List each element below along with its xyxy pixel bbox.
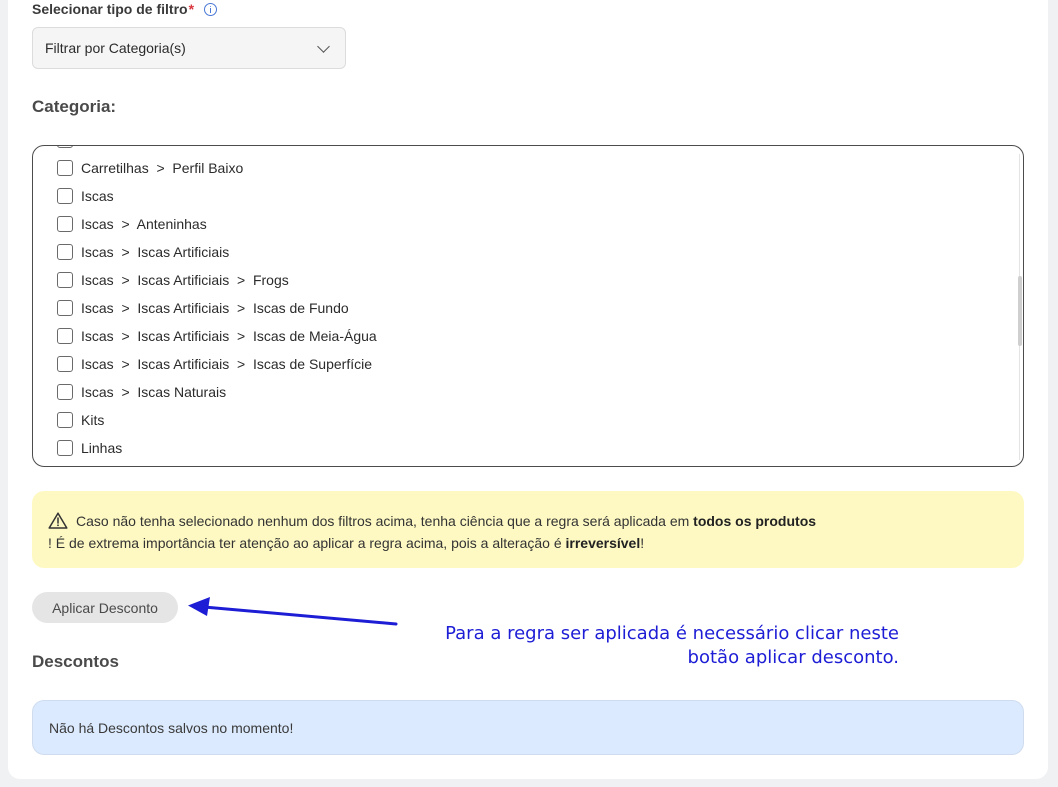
category-checkbox[interactable] <box>57 384 73 400</box>
chevron-down-icon <box>317 40 330 53</box>
no-discounts-message: Não há Descontos salvos no momento! <box>49 719 294 736</box>
warning-bold-1: todos os produtos <box>693 513 817 529</box>
category-checkbox[interactable] <box>57 356 73 372</box>
category-option-label: Iscas > Iscas Naturais <box>81 384 227 400</box>
category-option[interactable]: Iscas > Iscas Artificiais <box>33 238 1023 266</box>
apply-discount-button[interactable]: Aplicar Desconto <box>32 592 178 623</box>
category-option[interactable]: Iscas <box>33 182 1023 210</box>
category-checkbox[interactable] <box>57 328 73 344</box>
annotation-line-1: Para a regra ser aplicada é necessário c… <box>445 623 899 644</box>
category-checkbox[interactable] <box>57 300 73 316</box>
category-option-label: Carretilhas > Perfil Baixo <box>81 160 244 176</box>
category-option-label: Linhas <box>81 440 123 456</box>
category-option[interactable]: Iscas > Iscas Artificiais > Iscas de Sup… <box>33 350 1023 378</box>
category-checkbox[interactable] <box>57 440 73 456</box>
category-checkbox[interactable] <box>57 216 73 232</box>
category-option-label: Iscas > Iscas Artificiais > Iscas de Mei… <box>81 328 377 344</box>
warning-text-1: Caso não tenha selecionado nenhum dos fi… <box>76 513 694 529</box>
warning-triangle-icon <box>48 512 68 529</box>
category-list[interactable]: Carretilhas > Perfil Baixo Iscas Iscas > A… <box>32 145 1024 467</box>
category-option-label: Iscas > Anteninhas <box>81 216 207 232</box>
annotation-line-2: botão aplicar desconto. <box>687 647 899 668</box>
category-option[interactable]: Iscas > Iscas Artificiais > Iscas de Fun… <box>33 294 1023 322</box>
category-option[interactable]: Iscas > Iscas Artificiais > Frogs <box>33 266 1023 294</box>
category-option[interactable]: Iscas > Anteninhas <box>33 210 1023 238</box>
warning-bold-2: irreversível <box>565 535 641 551</box>
category-option[interactable] <box>33 146 1023 154</box>
category-checkbox[interactable] <box>57 160 73 176</box>
warning-alert: Caso não tenha selecionado nenhum dos fi… <box>32 491 1024 568</box>
category-option-label: Iscas > Iscas Artificiais > Iscas de Fun… <box>81 300 349 316</box>
category-checkbox[interactable] <box>57 146 73 148</box>
annotation-text: Para a regra ser aplicada é necessário c… <box>400 622 899 670</box>
category-option[interactable]: Linhas <box>33 434 1023 462</box>
scrollbar-thumb[interactable] <box>1018 276 1022 346</box>
category-option-label: Kits <box>81 412 105 428</box>
discounts-heading: Descontos <box>32 652 119 671</box>
category-option-label: Iscas > Iscas Artificiais <box>81 244 230 260</box>
warning-text-2: ! É de extrema importância ter atenção a… <box>48 535 566 551</box>
filter-type-label-text: Selecionar tipo de filtro <box>32 1 188 17</box>
filter-type-label: Selecionar tipo de filtro * <box>32 1 218 17</box>
warning-text-3: ! <box>640 535 645 551</box>
category-option-label: Iscas > Iscas Artificiais > Iscas de Sup… <box>81 356 373 372</box>
category-option-label: Iscas > Iscas Artificiais > Frogs <box>81 272 289 288</box>
category-heading: Categoria: <box>32 97 117 116</box>
filter-type-select[interactable]: Filtrar por Categoria(s) <box>32 27 346 69</box>
category-option[interactable]: Kits <box>33 406 1023 434</box>
category-checkbox[interactable] <box>57 272 73 288</box>
no-discounts-alert: Não há Descontos salvos no momento! <box>32 700 1024 755</box>
filter-type-selected-value: Filtrar por Categoria(s) <box>45 40 186 56</box>
required-mark: * <box>188 1 195 17</box>
category-option[interactable]: Carretilhas > Perfil Baixo <box>33 154 1023 182</box>
category-option[interactable]: Iscas > Iscas Artificiais > Iscas de Mei… <box>33 322 1023 350</box>
category-checkbox[interactable] <box>57 188 73 204</box>
category-checkbox[interactable] <box>57 412 73 428</box>
info-icon[interactable] <box>204 2 218 16</box>
category-checkbox[interactable] <box>57 244 73 260</box>
category-option[interactable]: Iscas > Iscas Naturais <box>33 378 1023 406</box>
category-option-label: Iscas <box>81 188 114 204</box>
annotation-arrow <box>188 597 398 626</box>
